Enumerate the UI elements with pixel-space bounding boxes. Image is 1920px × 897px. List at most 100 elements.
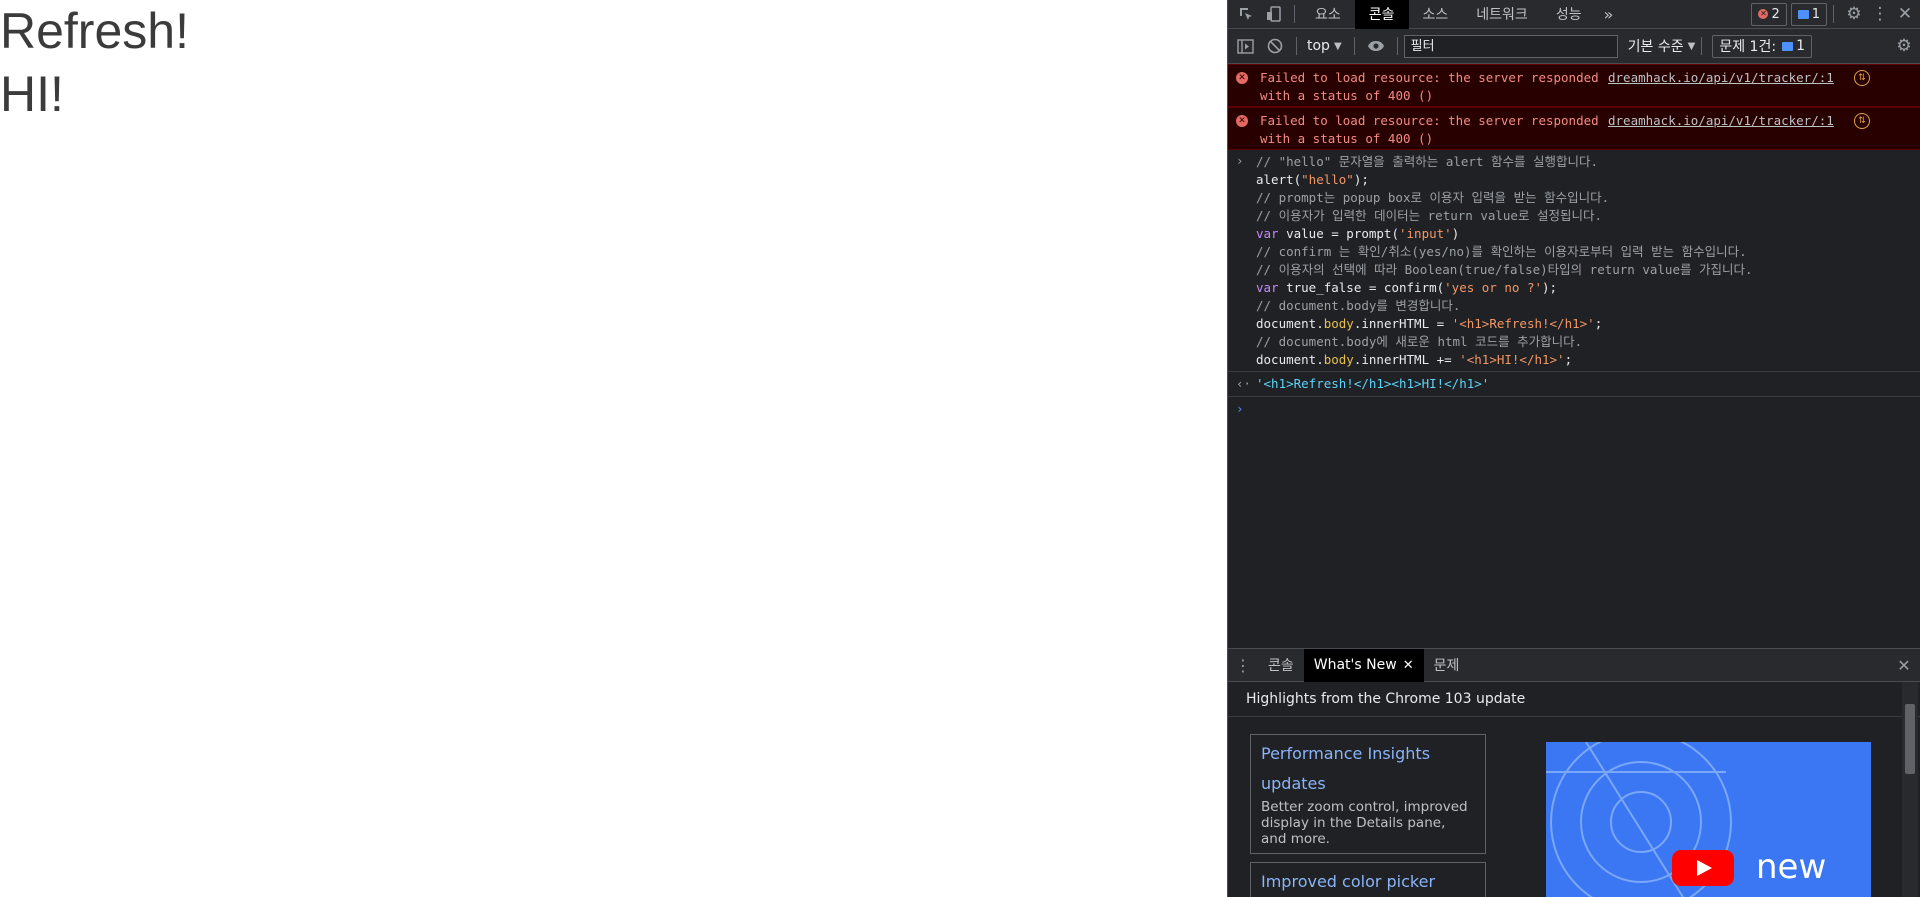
play-video-icon[interactable] bbox=[1672, 850, 1734, 886]
error-icon: ✕ bbox=[1236, 115, 1248, 127]
code-token: alert( bbox=[1256, 172, 1302, 187]
tab-network[interactable]: 네트워크 bbox=[1462, 0, 1542, 29]
clear-console-icon[interactable] bbox=[1260, 38, 1290, 54]
code-token: ; bbox=[1564, 352, 1573, 367]
issues-button[interactable]: 문제 1건: 1 bbox=[1712, 34, 1812, 58]
error-source-link[interactable]: dreamhack.io/api/v1/tracker/:1 bbox=[1608, 70, 1834, 85]
whats-new-panel: Highlights from the Chrome 103 update Pe… bbox=[1228, 682, 1920, 897]
code-token: innerHTML bbox=[1361, 352, 1430, 367]
code-property: body bbox=[1323, 316, 1354, 331]
code-string: 'yes or no ?' bbox=[1444, 280, 1542, 295]
code-token: value = prompt( bbox=[1278, 226, 1399, 241]
kebab-menu-icon[interactable]: ⋮ bbox=[1868, 4, 1892, 24]
code-token: ); bbox=[1542, 280, 1558, 295]
code-comment: // prompt는 popup box로 이용자 입력을 받는 함수입니다. bbox=[1256, 190, 1610, 205]
code-token: document. bbox=[1256, 352, 1324, 367]
console-settings-gear-icon[interactable]: ⚙ bbox=[1890, 36, 1918, 56]
heading-refresh: Refresh! bbox=[0, 3, 189, 59]
eye-icon[interactable] bbox=[1361, 40, 1391, 52]
console-filter-bar: top ▼ 기본 수준 ▼ 문제 1건: 1 ⚙ bbox=[1228, 29, 1920, 64]
code-comment: // document.body를 변경합니다. bbox=[1256, 298, 1461, 313]
console-error-message: ✕ Failed to load resource: the server re… bbox=[1228, 64, 1920, 107]
code-block: // "hello" 문자열을 출력하는 alert 함수를 실행합니다. al… bbox=[1256, 153, 1753, 369]
inspect-icon[interactable] bbox=[1232, 6, 1260, 22]
code-comment: // 이용자의 선택에 따라 Boolean(true/false)타입의 re… bbox=[1256, 262, 1753, 277]
drawer-tab-bar: ⋮ 콘솔 What's New ✕ 문제 ✕ bbox=[1228, 648, 1920, 682]
more-tabs-button[interactable]: » bbox=[1596, 0, 1622, 29]
close-drawer-icon[interactable]: ✕ bbox=[1890, 656, 1918, 675]
console-prompt-input[interactable]: › bbox=[1228, 397, 1920, 421]
result-value[interactable]: '<h1>Refresh!</h1><h1>HI!</h1>' bbox=[1256, 375, 1489, 393]
network-request-icon[interactable]: ⇅ bbox=[1854, 70, 1870, 86]
feature-card[interactable]: Improved color picker bbox=[1250, 862, 1486, 897]
close-tab-icon[interactable]: ✕ bbox=[1403, 658, 1414, 673]
devtools-panel: 요소 콘솔 소스 네트워크 성능 » ✕ 2 1 ⚙ ⋮ ✕ top ▼ 필터 … bbox=[1227, 0, 1920, 897]
card-description: Better zoom control, improved display in… bbox=[1261, 799, 1468, 847]
sidebar-toggle-icon[interactable] bbox=[1230, 38, 1260, 54]
drawer-tab-console[interactable]: 콘솔 bbox=[1258, 649, 1304, 682]
code-keyword: var bbox=[1256, 280, 1279, 295]
close-devtools-icon[interactable]: ✕ bbox=[1892, 4, 1918, 24]
heading-hi: HI! bbox=[0, 66, 64, 122]
error-text: Failed to load resource: the server resp… bbox=[1260, 70, 1599, 103]
code-token: += bbox=[1429, 352, 1460, 367]
filter-divider-2 bbox=[1353, 37, 1355, 55]
code-string: '<h1>Refresh!</h1>' bbox=[1451, 316, 1595, 331]
filter-divider-4 bbox=[1701, 37, 1703, 55]
issues-count: 1 bbox=[1796, 38, 1805, 54]
card-title[interactable]: Improved color picker bbox=[1261, 867, 1475, 897]
code-comment: // "hello" 문자열을 출력하는 alert 함수를 실행합니다. bbox=[1256, 154, 1599, 169]
context-label: top bbox=[1307, 38, 1330, 54]
code-comment: // 이용자가 입력한 데이터는 return value로 설정됩니다. bbox=[1256, 208, 1603, 223]
code-token: ; bbox=[1594, 316, 1603, 331]
drawer-tab-whats-new[interactable]: What's New ✕ bbox=[1303, 648, 1424, 682]
scrollbar-thumb[interactable] bbox=[1905, 704, 1915, 774]
error-source-link[interactable]: dreamhack.io/api/v1/tracker/:1 bbox=[1608, 113, 1834, 128]
chevron-down-icon: ▼ bbox=[1687, 40, 1696, 52]
error-count-badge[interactable]: ✕ 2 bbox=[1751, 2, 1787, 26]
tab-console[interactable]: 콘솔 bbox=[1354, 0, 1409, 29]
console-input-entry[interactable]: › // "hello" 문자열을 출력하는 alert 함수를 실행합니다. … bbox=[1228, 150, 1920, 372]
code-comment: // document.body에 새로운 html 코드를 추가합니다. bbox=[1256, 334, 1583, 349]
console-filter-input[interactable] bbox=[1403, 34, 1618, 58]
chevron-left-icon: ‹· bbox=[1236, 376, 1252, 391]
toolbar-divider bbox=[1294, 5, 1295, 23]
code-keyword: var bbox=[1256, 226, 1279, 241]
network-request-icon[interactable]: ⇅ bbox=[1854, 113, 1870, 129]
tab-performance[interactable]: 성능 bbox=[1542, 0, 1596, 29]
code-token: true_false = confirm( bbox=[1278, 280, 1445, 295]
message-count: 1 bbox=[1811, 6, 1820, 22]
error-count: 2 bbox=[1771, 6, 1780, 22]
devtools-toolbar: 요소 콘솔 소스 네트워크 성능 » ✕ 2 1 ⚙ ⋮ ✕ bbox=[1228, 0, 1920, 29]
tab-elements[interactable]: 요소 bbox=[1301, 0, 1355, 29]
code-string: 'input' bbox=[1399, 226, 1452, 241]
message-icon bbox=[1797, 9, 1809, 19]
code-token: document. bbox=[1256, 316, 1324, 331]
log-level-selector[interactable]: 기본 수준 ▼ bbox=[1628, 36, 1696, 56]
code-comment: // confirm 는 확인/취소(yes/no)를 확인하는 이용자로부터 … bbox=[1256, 244, 1747, 259]
drawer-menu-icon[interactable]: ⋮ bbox=[1228, 656, 1258, 675]
code-string: '<h1>HI!</h1>' bbox=[1459, 352, 1565, 367]
code-string: "hello" bbox=[1301, 172, 1354, 187]
message-count-badge[interactable]: 1 bbox=[1790, 2, 1827, 26]
feature-card[interactable]: Performance Insights updates Better zoom… bbox=[1250, 734, 1486, 854]
card-title[interactable]: Performance Insights updates bbox=[1261, 739, 1475, 799]
tab-sources[interactable]: 소스 bbox=[1409, 0, 1463, 29]
context-selector[interactable]: top ▼ bbox=[1307, 38, 1342, 54]
drawer-tab-issues[interactable]: 문제 bbox=[1424, 649, 1470, 682]
filter-divider bbox=[1296, 37, 1297, 55]
video-caption: new bbox=[1756, 847, 1827, 887]
settings-gear-icon[interactable]: ⚙ bbox=[1840, 4, 1868, 24]
filter-divider-3 bbox=[1396, 37, 1398, 55]
code-token: = bbox=[1429, 316, 1452, 331]
toolbar-divider-2 bbox=[1833, 5, 1834, 23]
console-result-entry: ‹· '<h1>Refresh!</h1><h1>HI!</h1>' bbox=[1228, 372, 1920, 397]
error-icon: ✕ bbox=[1758, 9, 1769, 19]
code-token: ); bbox=[1353, 172, 1369, 187]
scrollbar[interactable] bbox=[1902, 682, 1918, 897]
issue-icon bbox=[1782, 41, 1794, 51]
video-thumbnail[interactable]: new bbox=[1546, 742, 1871, 897]
highlights-heading: Highlights from the Chrome 103 update bbox=[1228, 682, 1920, 717]
device-toggle-icon[interactable] bbox=[1260, 6, 1288, 22]
chevron-right-icon: › bbox=[1236, 153, 1244, 168]
